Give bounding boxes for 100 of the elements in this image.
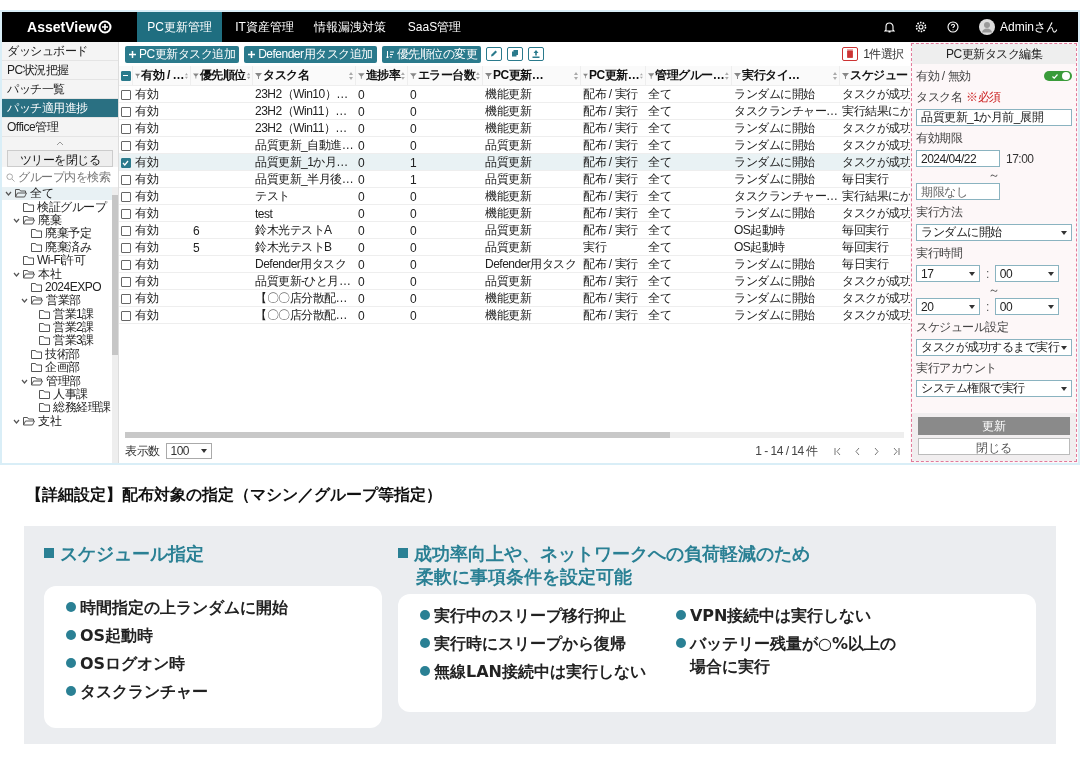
filter-icon[interactable] xyxy=(485,72,492,79)
column-header[interactable]: スケジュー xyxy=(850,67,910,84)
tree-item[interactable]: 廃棄予定 xyxy=(2,227,112,241)
sidebar-item[interactable]: Office管理 xyxy=(2,118,118,137)
row-checkbox[interactable] xyxy=(120,106,131,117)
tree-item[interactable]: 総務経理課 xyxy=(2,401,112,415)
caret-icon[interactable] xyxy=(56,141,64,146)
tree-item[interactable]: 支社 xyxy=(2,414,112,429)
row-checkbox[interactable] xyxy=(120,208,131,219)
table-row[interactable]: 有効 【〇〇店分散配… 0 0 機能更新 配布 / 実行 全て ランダムに開始 タスクが成功 xyxy=(119,290,910,307)
tree-item[interactable]: 検証グループ xyxy=(2,200,112,214)
row-checkbox[interactable] xyxy=(120,293,131,304)
column-header[interactable]: 管理グルー… xyxy=(655,67,725,84)
sort-icon[interactable] xyxy=(833,71,837,80)
nav-tab[interactable]: SaaS管理 xyxy=(392,12,477,42)
scrollbar[interactable] xyxy=(112,187,118,463)
column-header[interactable]: 有効 / … xyxy=(141,67,185,84)
column-header[interactable]: 進捗率 xyxy=(365,67,401,84)
tree-item[interactable]: 本社 xyxy=(2,267,112,281)
collapse-tree-button[interactable]: ツリーを閉じる xyxy=(7,150,113,167)
filter-icon[interactable] xyxy=(648,72,655,79)
tree-item[interactable]: 2024EXPO xyxy=(2,280,112,295)
tree-item[interactable]: 営業2課 xyxy=(2,320,112,335)
avatar-icon[interactable] xyxy=(979,19,995,35)
copy-icon[interactable] xyxy=(507,47,524,61)
group-search-field[interactable]: グループ内を検索 xyxy=(2,167,118,187)
table-row[interactable]: 有効 5 鈴木光テストB 0 0 品質更新 実行 全て OS起動時 毎回実行 xyxy=(119,239,910,256)
edit-icon[interactable] xyxy=(486,47,503,61)
date-field[interactable]: 2024/04/22 xyxy=(916,150,1000,167)
tree-item[interactable]: 企画部 xyxy=(2,361,112,375)
enable-toggle[interactable] xyxy=(1044,71,1072,81)
column-header[interactable]: PC更新… xyxy=(589,67,640,84)
table-row[interactable]: 有効 23H2（Win11）… 0 0 機能更新 配布 / 実行 全て タスクランチャー… 実行結果にか xyxy=(119,103,910,120)
filter-icon[interactable] xyxy=(410,72,417,79)
tree-item[interactable]: 営業1課 xyxy=(2,307,112,321)
filter-icon[interactable] xyxy=(734,72,741,79)
row-checkbox[interactable] xyxy=(120,276,131,287)
tree-item[interactable]: 技術部 xyxy=(2,347,112,362)
sidebar-item[interactable]: PC状況把握 xyxy=(2,61,118,80)
filter-icon[interactable] xyxy=(135,72,141,79)
table-row[interactable]: 有効 【〇〇店分散配… 0 0 機能更新 配布 / 実行 全て ランダムに開始 タスクが成功 xyxy=(119,307,910,324)
table-row[interactable]: 有効 品質更新_半月後… 0 1 品質更新 配布 / 実行 全て ランダムに開始 毎日実行 xyxy=(119,171,910,188)
date-field[interactable]: 期限なし xyxy=(916,183,1000,200)
tree-item[interactable]: 人事課 xyxy=(2,387,112,402)
tree-item[interactable]: 廃棄済み xyxy=(2,240,112,254)
row-checkbox[interactable] xyxy=(120,310,131,321)
row-checkbox[interactable] xyxy=(120,225,131,236)
row-checkbox[interactable] xyxy=(120,89,131,100)
nav-tab[interactable]: PC更新管理 xyxy=(137,12,222,42)
row-checkbox[interactable] xyxy=(120,123,131,134)
sort-icon[interactable] xyxy=(476,71,480,80)
row-checkbox[interactable] xyxy=(120,259,131,270)
task-name-field[interactable]: 品質更新_1か月前_展開 xyxy=(916,109,1072,126)
tree-item[interactable]: Wi-Fi許可 xyxy=(2,253,112,268)
sort-icon[interactable] xyxy=(246,71,250,80)
last-page-icon[interactable] xyxy=(893,447,900,455)
row-checkbox[interactable] xyxy=(120,191,131,202)
toolbar-button[interactable]: PC更新タスク追加 xyxy=(125,45,240,63)
table-row[interactable]: 有効 品質更新-ひと月… 0 0 品質更新 配布 / 実行 全て ランダムに開始 タスクが成功 xyxy=(119,273,910,290)
tree-item[interactable]: 管理部 xyxy=(2,374,112,388)
table-row[interactable]: 有効 23H2（Win11）… 0 0 機能更新 配布 / 実行 全て ランダムに開始 タスクが成功 xyxy=(119,120,910,137)
toolbar-button[interactable]: Defender用タスク追加 xyxy=(244,45,377,63)
toolbar-button[interactable]: 優先順位の変更 xyxy=(381,45,482,63)
filter-icon[interactable] xyxy=(255,72,262,79)
filter-icon[interactable] xyxy=(583,72,588,79)
tree-item[interactable]: 営業3課 xyxy=(2,334,112,348)
minute-select[interactable]: 00 xyxy=(994,265,1059,282)
sort-icon[interactable] xyxy=(401,71,405,80)
table-row[interactable]: 有効 test 0 0 機能更新 配布 / 実行 全て ランダムに開始 タスクが成功 xyxy=(119,205,910,222)
hour-select[interactable]: 20 xyxy=(916,298,980,315)
bell-icon[interactable] xyxy=(884,21,895,33)
help-icon[interactable] xyxy=(947,21,959,33)
tree-item[interactable]: 全て xyxy=(2,187,112,201)
close-button[interactable]: 閉じる xyxy=(918,438,1070,455)
table-row[interactable]: 有効 品質更新_1か月… 0 1 品質更新 配布 / 実行 全て ランダムに開始 タスクが成功 xyxy=(119,154,910,171)
delete-icon[interactable] xyxy=(842,47,859,61)
sidebar-item[interactable]: ダッシュボード xyxy=(2,42,118,61)
scrollbar[interactable] xyxy=(125,432,904,438)
tree-item[interactable]: 廃棄 xyxy=(2,213,112,228)
tree-item[interactable]: 営業部 xyxy=(2,294,112,308)
method-select[interactable]: ランダムに開始 xyxy=(916,224,1072,241)
sidebar-item[interactable]: パッチ適用進捗 xyxy=(2,99,118,118)
row-checkbox[interactable] xyxy=(120,242,131,253)
nav-tab[interactable]: IT資産管理 xyxy=(222,12,307,42)
previous-page-icon[interactable] xyxy=(855,447,860,455)
row-checkbox[interactable] xyxy=(120,174,131,185)
minute-select[interactable]: 00 xyxy=(994,298,1059,315)
filter-icon[interactable] xyxy=(193,72,199,79)
next-page-icon[interactable] xyxy=(874,447,879,455)
schedule-select[interactable]: タスクが成功するまで実行 xyxy=(916,339,1072,356)
column-header[interactable]: PC更新… xyxy=(493,67,573,84)
account-select[interactable]: システム権限で実行 xyxy=(916,380,1072,397)
row-checkbox[interactable] xyxy=(120,140,131,151)
sort-icon[interactable] xyxy=(640,71,643,80)
filter-icon[interactable] xyxy=(842,72,849,79)
sort-icon[interactable] xyxy=(349,71,353,80)
settings-icon[interactable] xyxy=(915,21,927,33)
sort-icon[interactable] xyxy=(185,71,188,80)
nav-tab[interactable]: 情報漏洩対策 xyxy=(307,12,392,42)
column-header[interactable]: 実行タイ… xyxy=(742,67,832,84)
